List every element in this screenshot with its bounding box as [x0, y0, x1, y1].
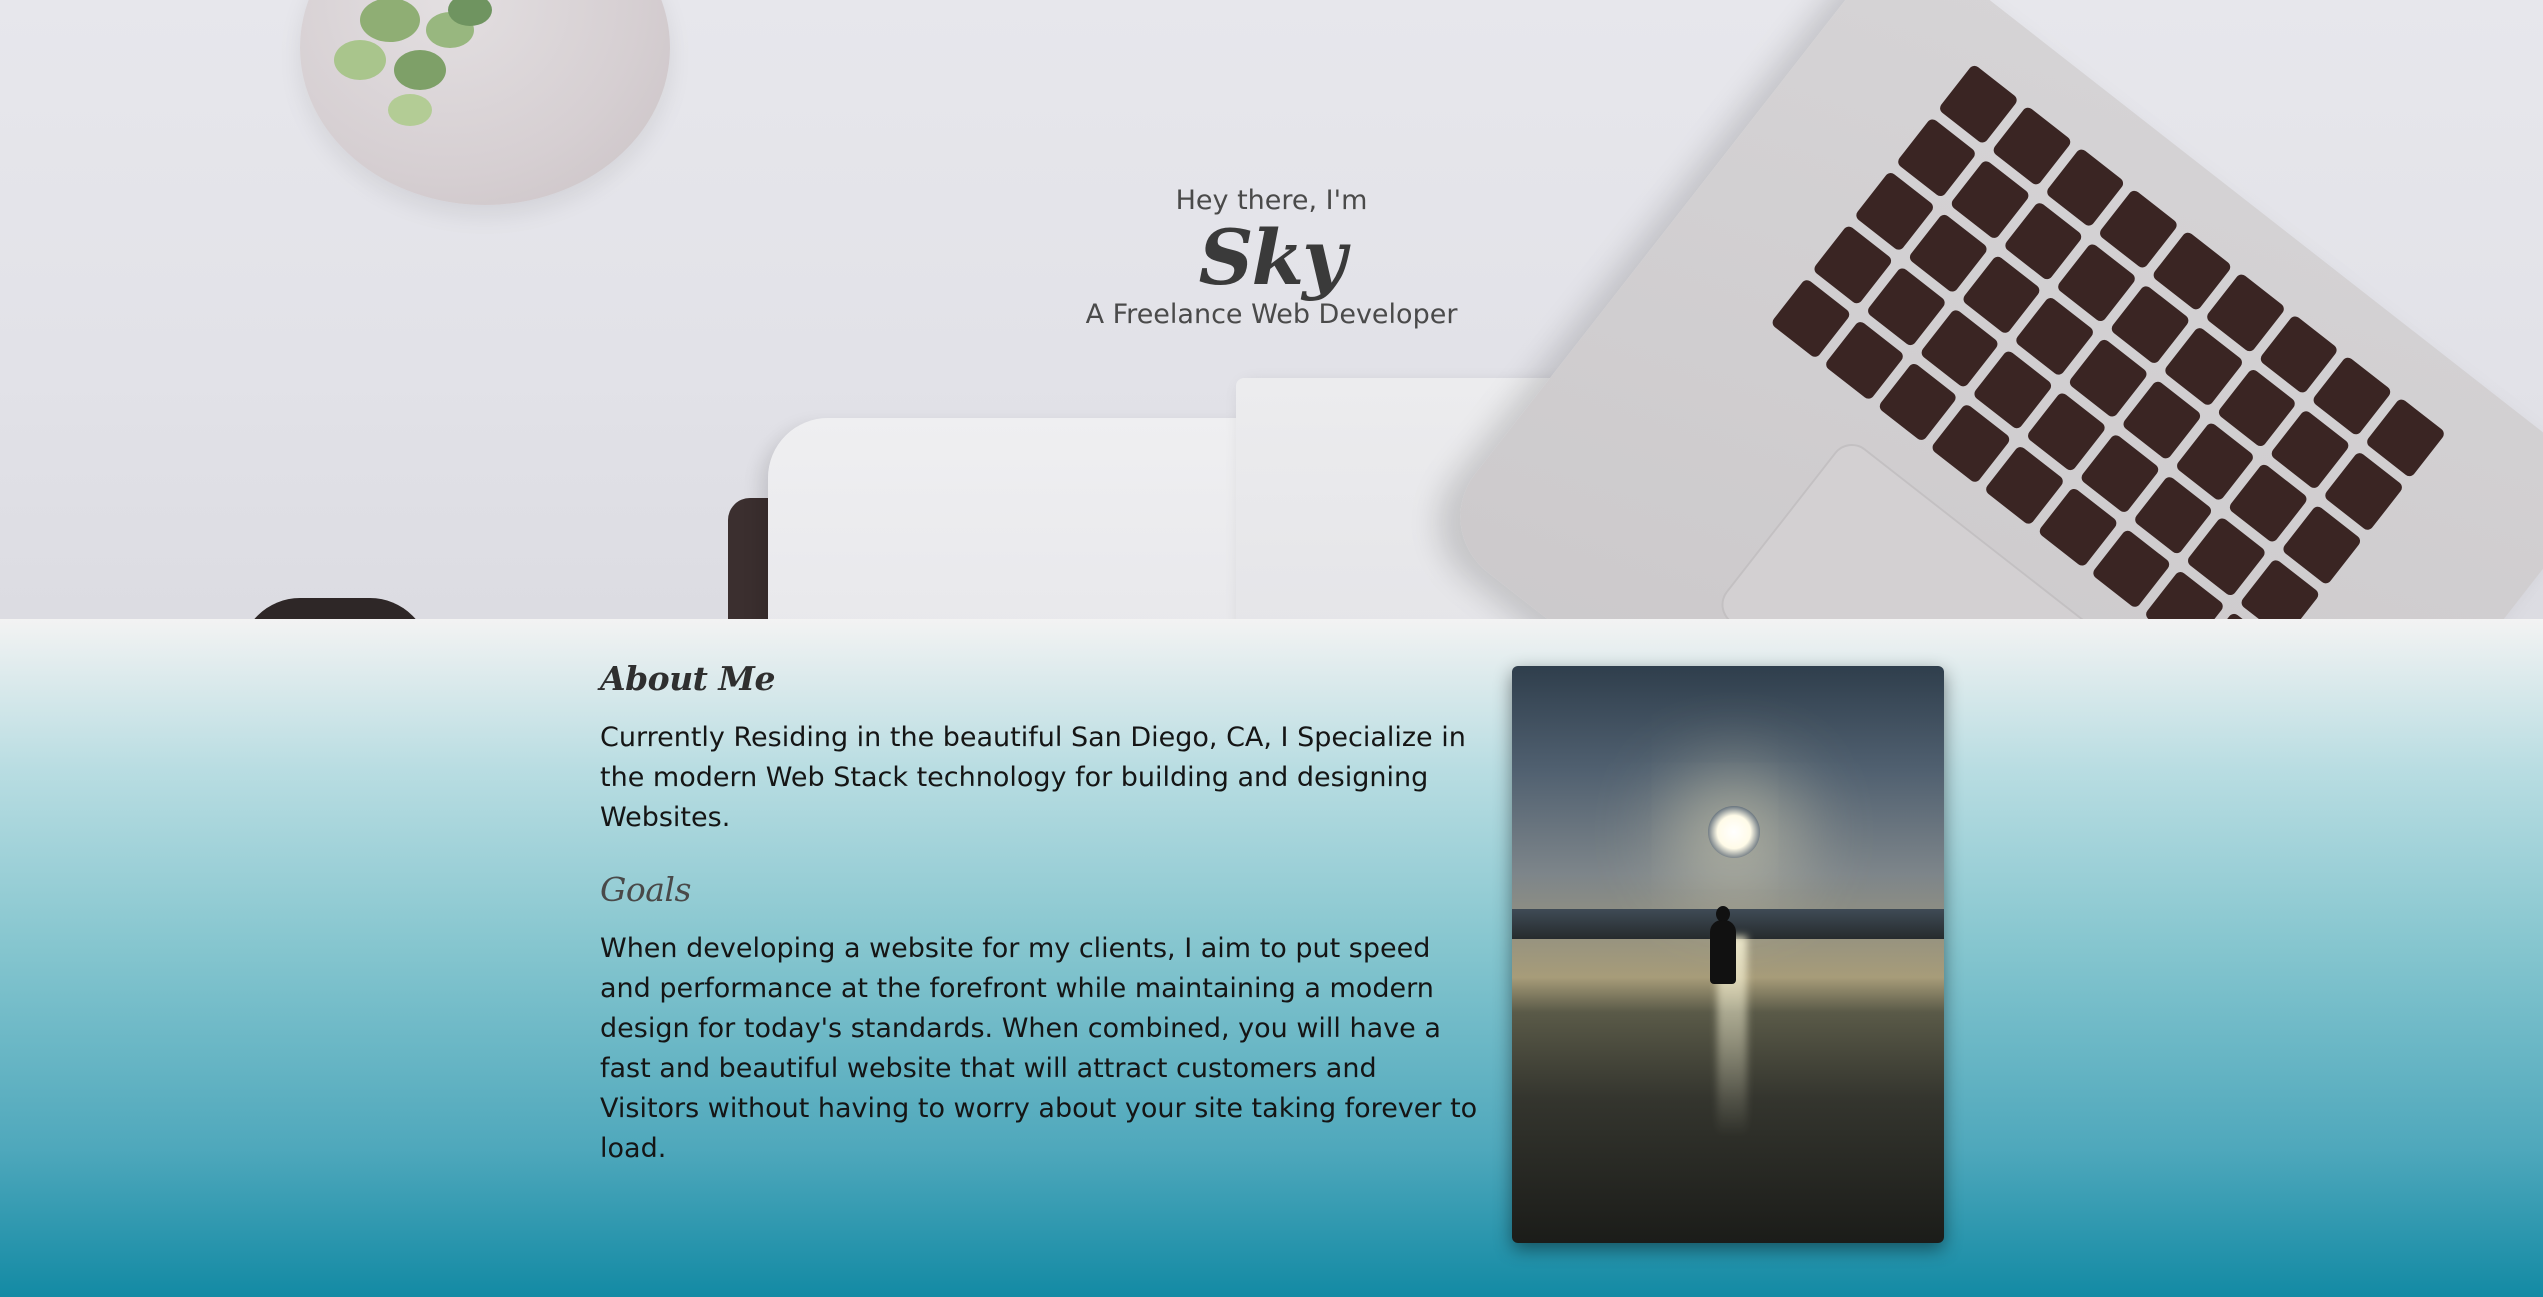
plant-leaves-decoration	[334, 0, 492, 126]
hero-text: Hey there, I'm Sky A Freelance Web Devel…	[0, 184, 2543, 332]
about-column: About Me Currently Residing in the beaut…	[600, 659, 1480, 1169]
about-section: About Me Currently Residing in the beaut…	[0, 619, 2543, 1297]
sun-graphic	[1708, 806, 1760, 858]
hero-section: Hey there, I'm Sky A Freelance Web Devel…	[0, 0, 2543, 619]
hero-role: A Freelance Web Developer	[1085, 299, 1458, 330]
about-heading: About Me	[600, 659, 775, 698]
about-text: Currently Residing in the beautiful San …	[600, 722, 1466, 833]
goals-text: When developing a website for my clients…	[600, 933, 1478, 1164]
phone-decoration	[240, 598, 430, 619]
person-silhouette-graphic	[1710, 920, 1736, 984]
profile-photo	[1512, 666, 1944, 1243]
hero-name: Sky	[1198, 213, 1347, 302]
goals-heading: Goals	[600, 870, 691, 909]
